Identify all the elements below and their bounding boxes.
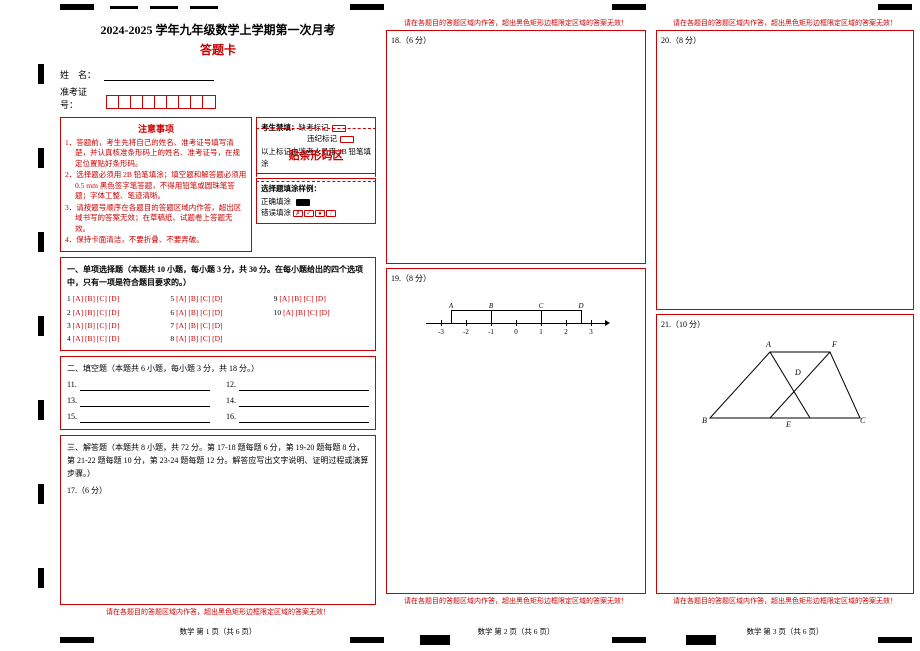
page-3-footer: 数学 第 3 页（共 6 页）: [656, 626, 914, 637]
q18-box[interactable]: 18.（6 分）: [386, 30, 646, 264]
alignment-marks-left: [38, 0, 50, 651]
q19-label: 19.（8 分）: [391, 273, 641, 284]
warning-text: 请在各题目的答题区域内作答，超出黑色矩形边框限定区域的答案无效！: [386, 594, 646, 608]
fill-blanks[interactable]: 11. 12. 13. 14. 15. 16.: [67, 379, 369, 423]
warning-text: 请在各题目的答题区域内作答，超出黑色矩形边框限定区域的答案无效！: [60, 605, 376, 619]
notice-box: 注意事项 1．答题前，考生先将自己的姓名、准考证号填写清楚，并认真核准条形码上的…: [60, 117, 252, 252]
page-3: 请在各题目的答题区域内作答，超出黑色矩形边框限定区域的答案无效！ 20.（8 分…: [656, 16, 914, 635]
notice-item: 2．选择题必须用 2B 铅笔填涂；填空题和解答题必须用 0.5 mm 黑色签字笔…: [65, 170, 247, 202]
warning-text: 请在各题目的答题区域内作答，超出黑色矩形边框限定区域的答案无效！: [656, 594, 914, 608]
exam-title: 2024-2025 学年九年级数学上学期第一次月考: [60, 22, 376, 39]
page-2-footer: 数学 第 2 页（共 6 页）: [386, 626, 646, 637]
section-1-box: 一、单项选择题（本题共 10 小题，每小题 3 分，共 30 分。在每小题给出的…: [60, 257, 376, 352]
page-2: 请在各题目的答题区域内作答，超出黑色矩形边框限定区域的答案无效！ 18.（6 分…: [386, 16, 646, 635]
page-1: 2024-2025 学年九年级数学上学期第一次月考 答题卡 姓 名： 准考证号：…: [60, 16, 376, 635]
page-1-footer: 数学 第 1 页（共 6 页）: [60, 626, 376, 637]
triangles-figure: A F B D E C: [700, 340, 870, 430]
section-1-header: 一、单项选择题（本题共 10 小题，每小题 3 分，共 30 分。在每小题给出的…: [67, 264, 369, 290]
number-line-figure: A B C D -3 -2 -1 0 1 2 3: [391, 308, 641, 338]
q17-label: 17.（6 分）: [67, 485, 369, 497]
alignment-marks-top: [0, 4, 920, 14]
notice-header: 注意事项: [65, 122, 247, 135]
correct-fill-icon: [296, 199, 310, 206]
q20-label: 20.（8 分）: [661, 35, 909, 46]
wrong-fill-icons: ✗ ✓ ● /: [293, 210, 336, 217]
section-2-box: 二、填空题（本题共 6 小题，每小题 3 分，共 18 分。） 11. 12. …: [60, 356, 376, 430]
q19-box[interactable]: 19.（8 分） A B C D -3 -2 -1 0 1 2 3: [386, 268, 646, 594]
q21-label: 21.（10 分）: [661, 319, 909, 330]
name-label: 姓 名：: [60, 68, 102, 81]
barcode-zone: 贴条形码区: [256, 128, 376, 182]
section-2-header: 二、填空题（本题共 6 小题，每小题 3 分，共 18 分。）: [67, 363, 369, 375]
warning-text: 请在各题目的答题区域内作答，超出黑色矩形边框限定区域的答案无效！: [656, 16, 914, 30]
alignment-marks-bottom: [0, 637, 920, 647]
q18-label: 18.（6 分）: [391, 35, 641, 46]
ticket-label: 准考证号：: [60, 85, 102, 111]
notice-item: 3．请按题号顺序在各题目的答题区域内作答，超出区域书写的答案无效；在草稿纸、试题…: [65, 203, 247, 235]
q20-box[interactable]: 20.（8 分）: [656, 30, 914, 310]
notice-item: 4．保持卡面清洁，不要折叠、不要弄破。: [65, 235, 247, 246]
answer-card-label: 答题卡: [60, 41, 376, 58]
mc-table[interactable]: 1[A] [B] [C] [D] 5[A] [B] [C] [D] 9[A] […: [67, 293, 369, 344]
section-3-box: 三、解答题（本题共 8 小题，共 72 分。第 17-18 题每题 6 分，第 …: [60, 435, 376, 605]
notice-item: 1．答题前，考生先将自己的姓名、准考证号填写清楚，并认真核准条形码上的姓名、准考…: [65, 138, 247, 170]
ticket-grid[interactable]: [106, 95, 216, 109]
section-3-header: 三、解答题（本题共 8 小题，共 72 分。第 17-18 题每题 6 分，第 …: [67, 442, 369, 480]
fill-sample-box: 选择题填涂样例： 正确填涂 错误填涂 ✗ ✓ ● /: [256, 178, 376, 224]
q21-box[interactable]: 21.（10 分） A F B D E C: [656, 314, 914, 594]
name-field[interactable]: [104, 71, 214, 81]
arrow-right-icon: [605, 320, 610, 326]
warning-text: 请在各题目的答题区域内作答，超出黑色矩形边框限定区域的答案无效！: [386, 16, 646, 30]
